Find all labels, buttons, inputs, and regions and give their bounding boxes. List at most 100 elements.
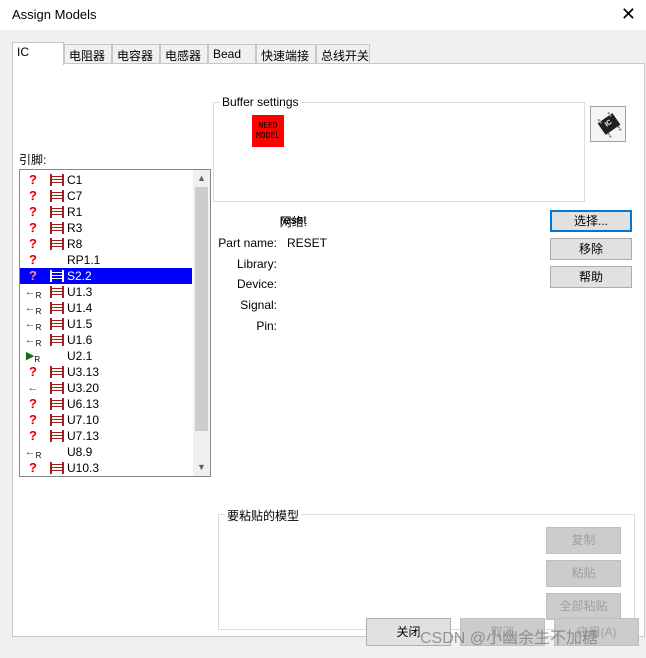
pin-list-item[interactable]: ? S2.2	[20, 268, 192, 284]
ic-component-icon	[50, 174, 64, 186]
pin-name: U3.20	[67, 381, 100, 395]
pin-list-item[interactable]: ? U6.13	[20, 396, 192, 412]
paste-button[interactable]: 粘贴	[546, 560, 621, 587]
pin-list-item[interactable]: ? U7.10	[20, 412, 192, 428]
watermark-text: CSDN @小幽余生不加糖	[420, 630, 599, 647]
pin-name: R8	[67, 237, 83, 251]
paste-all-button[interactable]: 全部粘贴	[546, 593, 621, 620]
question-icon: ?	[24, 252, 42, 268]
pin-name: U3.13	[67, 365, 100, 379]
status-glyph: ?	[29, 236, 37, 251]
question-icon: ?	[24, 412, 42, 428]
question-icon: ?	[24, 460, 42, 476]
pin-name: U7.13	[67, 429, 100, 443]
pin-list-item[interactable]: ←R U1.5	[20, 316, 192, 332]
ic-component-icon	[50, 462, 64, 474]
pin-list-item[interactable]: ? C7	[20, 188, 192, 204]
pin-list-item[interactable]: ? U7.13	[20, 428, 192, 444]
pin-list-item[interactable]: ←R U1.4	[20, 300, 192, 316]
ic-component-icon	[50, 382, 64, 394]
ic-component-icon	[50, 190, 64, 202]
tab-quick-termination[interactable]: 快速端接	[256, 44, 316, 64]
pin-name: C7	[67, 189, 83, 203]
pin-name: U2.1	[67, 349, 93, 363]
status-sub-label: R	[34, 355, 41, 365]
close-icon[interactable]: ✕	[621, 4, 636, 24]
pin-list-item[interactable]: ? R8	[20, 236, 192, 252]
pin-name: U7.10	[67, 413, 100, 427]
status-sub-label: R	[35, 323, 42, 333]
status-glyph: ←	[24, 302, 36, 314]
help-button[interactable]: 帮助	[550, 266, 632, 288]
pin-name: U1.5	[67, 317, 93, 331]
status-glyph: ?	[29, 428, 37, 443]
signal-label: Signal:	[240, 298, 277, 312]
pin-list-item[interactable]: ? C1	[20, 172, 192, 188]
pin-name: R3	[67, 221, 83, 235]
status-glyph: ?	[29, 268, 37, 283]
receiver-icon: ←R	[24, 316, 42, 332]
tab-ic[interactable]: IC	[12, 42, 64, 65]
select-button[interactable]: 选择...	[550, 210, 632, 232]
tab-bead[interactable]: Bead	[208, 44, 256, 64]
pin-list-item[interactable]: ← U3.20	[20, 380, 192, 396]
title-bar: Assign Models ✕	[0, 0, 646, 30]
status-glyph: ←	[24, 446, 36, 458]
pin-name: U1.3	[67, 285, 93, 299]
receiver-icon: ←R	[24, 300, 42, 316]
question-icon: ?	[24, 268, 42, 284]
receiver-icon: ←R	[24, 332, 42, 348]
pin-list-item[interactable]: ? R3	[20, 220, 192, 236]
pin-list-item[interactable]: ▶R U2.1	[20, 348, 192, 364]
status-glyph: ?	[29, 172, 37, 187]
ic-component-icon	[50, 318, 64, 330]
status-glyph: ?	[29, 396, 37, 411]
pin-list-item[interactable]: ←R U1.6	[20, 332, 192, 348]
paste-model-title: 要粘贴的模型	[225, 507, 302, 524]
pin-list[interactable]: ? C1? C7? R1? R3? R8? RP1.1? S2.2 ←R U1.3 ←R U1.4 ←R…	[19, 169, 211, 477]
question-icon: ?	[24, 364, 42, 380]
part-name-label: Part name:	[218, 236, 277, 250]
ic-component-icon	[50, 286, 64, 298]
ic-component-icon	[50, 398, 64, 410]
question-icon: ?	[24, 396, 42, 412]
remove-button[interactable]: 移除	[550, 238, 632, 260]
status-glyph: ?	[29, 204, 37, 219]
library-label: Library:	[236, 257, 277, 271]
pin-list-item[interactable]: ←R U1.3	[20, 284, 192, 300]
pin-name: R1	[67, 205, 83, 219]
scroll-down-icon[interactable]: ▼	[193, 459, 210, 476]
pin-list-item[interactable]: ? R1	[20, 204, 192, 220]
tab-capacitor[interactable]: 电容器	[112, 44, 160, 64]
ic-component-icon	[50, 222, 64, 234]
status-glyph: ?	[29, 188, 37, 203]
status-glyph: ←	[24, 334, 36, 346]
tab-panel-ic: 引脚: ? C1? C7? R1? R3? R8? RP1.1? S2.2 ←R U1.3 ←R U1…	[12, 63, 645, 637]
status-glyph: ?	[29, 364, 37, 379]
buffer-settings-group: Buffer settings NEED MODEL	[213, 95, 585, 202]
tab-inductor[interactable]: 电感器	[160, 44, 208, 64]
copy-button[interactable]: 复制	[546, 527, 621, 554]
pin-name: RP1.1	[67, 253, 101, 267]
net-value: reset	[280, 213, 307, 227]
scroll-up-icon[interactable]: ▲	[193, 170, 210, 187]
pin-list-item[interactable]: ? U3.13	[20, 364, 192, 380]
pin-list-item[interactable]: ? RP1.1	[20, 252, 192, 268]
tab-bus-switch[interactable]: 总线开关	[316, 44, 370, 64]
pin-name: U6.13	[67, 397, 100, 411]
pin-name: U10.3	[67, 461, 100, 475]
ic-component-icon	[50, 414, 64, 426]
need-model-icon: NEED MODEL	[252, 115, 284, 147]
question-icon: ?	[24, 428, 42, 444]
pin-name: U1.4	[67, 301, 93, 315]
ic-component-icon	[50, 302, 64, 314]
pin-name: U8.9	[67, 445, 93, 459]
ic-component-icon	[50, 334, 64, 346]
status-glyph: ←	[24, 318, 36, 330]
pin-rows: ? C1? C7? R1? R3? R8? RP1.1? S2.2 ←R U1.3 ←R U1.4 ←R…	[20, 172, 192, 476]
tab-resistor[interactable]: 电阻器	[64, 44, 112, 64]
status-sub-label: R	[35, 339, 42, 349]
pin-list-item[interactable]: ←R U8.9	[20, 444, 192, 460]
pin-list-item[interactable]: ? U10.3	[20, 460, 192, 476]
question-icon: ?	[24, 204, 42, 220]
